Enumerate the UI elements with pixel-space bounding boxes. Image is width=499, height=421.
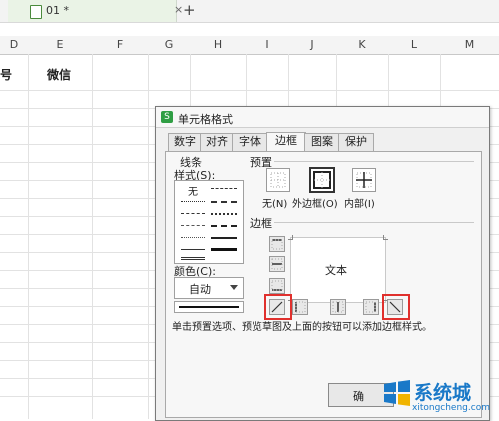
document-tab-bar: 01 * × + (0, 0, 499, 23)
document-title: 01 * (46, 4, 69, 17)
separator (274, 161, 474, 162)
top-border-icon (271, 239, 283, 250)
document-tab[interactable]: 01 * × (8, 0, 183, 22)
column-header-m[interactable]: M (440, 36, 499, 55)
dialog-title: 单元格格式 (178, 113, 233, 126)
line-style-option[interactable] (181, 201, 205, 202)
preset-none-label: 无(N) (262, 199, 288, 210)
line-style-list[interactable]: 无 (174, 180, 244, 264)
line-style-option[interactable] (211, 188, 237, 189)
bottom-border-button[interactable] (269, 278, 285, 294)
tab-number[interactable]: 数字 (168, 133, 202, 151)
tab-pattern[interactable]: 图案 (304, 133, 340, 151)
highlight-box (382, 294, 410, 320)
tab-font[interactable]: 字体 (232, 133, 268, 151)
column-header-g[interactable]: G (148, 36, 191, 55)
top-border-button[interactable] (269, 236, 285, 252)
column-header-e[interactable]: E (28, 36, 93, 55)
highlight-box (264, 294, 292, 320)
tab-alignment[interactable]: 对齐 (200, 133, 234, 151)
cell-header-text[interactable]: 号 (0, 66, 12, 83)
new-tab-button[interactable]: + (183, 1, 196, 19)
preset-inside-button[interactable] (352, 168, 376, 192)
line-style-option[interactable] (181, 237, 205, 238)
line-style-option[interactable] (211, 225, 237, 227)
middle-horizontal-border-button[interactable] (269, 256, 285, 272)
line-style-option[interactable] (211, 213, 237, 215)
line-style-option[interactable] (211, 237, 237, 239)
cell-header-text[interactable]: 微信 (47, 66, 71, 83)
format-cells-dialog: S 单元格格式 数字 对齐 字体 边框 图案 保护 线条 样式(S): 无 颜色… (155, 106, 490, 421)
line-style-option[interactable] (211, 248, 237, 251)
outline-border-icon (313, 171, 331, 189)
line-style-option[interactable] (181, 257, 205, 260)
preview-text: 文本 (325, 264, 347, 277)
wps-logo-icon: S (161, 111, 173, 123)
right-border-icon (365, 301, 376, 313)
column-header-l[interactable]: L (388, 36, 441, 55)
middle-horizontal-border-icon (271, 258, 283, 270)
border-group-label: 边框 (250, 217, 272, 230)
border-hint-text: 单击预置选项、预览草图及上面的按钮可以添加边框样式。 (172, 322, 432, 333)
watermark-name: 系统城 (414, 382, 472, 404)
preview-corner-mark (288, 235, 293, 240)
inside-border-icon (356, 172, 372, 188)
separator (274, 222, 474, 223)
right-border-button[interactable] (363, 299, 379, 315)
column-header-k[interactable]: K (336, 36, 389, 55)
column-header-i[interactable]: I (246, 36, 289, 55)
line-style-option[interactable] (181, 213, 205, 214)
tab-protection[interactable]: 保护 (338, 133, 374, 151)
watermark-logo-icon (384, 380, 410, 406)
preset-outline-button[interactable] (309, 167, 335, 193)
line-style-option[interactable] (181, 249, 205, 250)
line-style-option[interactable] (181, 225, 205, 226)
gridline (0, 90, 499, 91)
column-header-f[interactable]: F (92, 36, 149, 55)
dialog-title-bar[interactable]: S 单元格格式 (156, 107, 489, 128)
line-style-none[interactable]: 无 (181, 183, 205, 198)
bottom-border-icon (271, 280, 283, 291)
column-header-j[interactable]: J (288, 36, 337, 55)
ok-button-label: 确 (353, 390, 364, 403)
close-tab-icon[interactable]: × (174, 3, 183, 16)
preset-outline-label: 外边框(O) (292, 199, 338, 210)
left-border-icon (295, 301, 306, 313)
line-color-dropdown[interactable]: 自动 (174, 277, 244, 299)
preview-corner-mark (383, 235, 388, 240)
left-border-button[interactable] (292, 299, 308, 315)
line-style-option[interactable] (211, 201, 237, 203)
watermark-domain: xitongcheng.com (412, 403, 490, 413)
line-color-value: 自动 (189, 283, 211, 296)
column-header-d[interactable]: D (0, 36, 29, 55)
tab-border[interactable]: 边框 (266, 132, 306, 151)
spreadsheet-file-icon (30, 5, 42, 19)
middle-vertical-border-button[interactable] (330, 299, 346, 315)
no-border-icon (270, 172, 286, 188)
line-color-sample (174, 301, 244, 313)
border-preview[interactable]: 文本 (288, 235, 388, 305)
preset-none-button[interactable] (266, 168, 290, 192)
chevron-down-icon (230, 285, 238, 290)
middle-vertical-border-icon (332, 301, 344, 313)
column-header-h[interactable]: H (190, 36, 247, 55)
preset-inside-label: 内部(I) (344, 199, 375, 210)
